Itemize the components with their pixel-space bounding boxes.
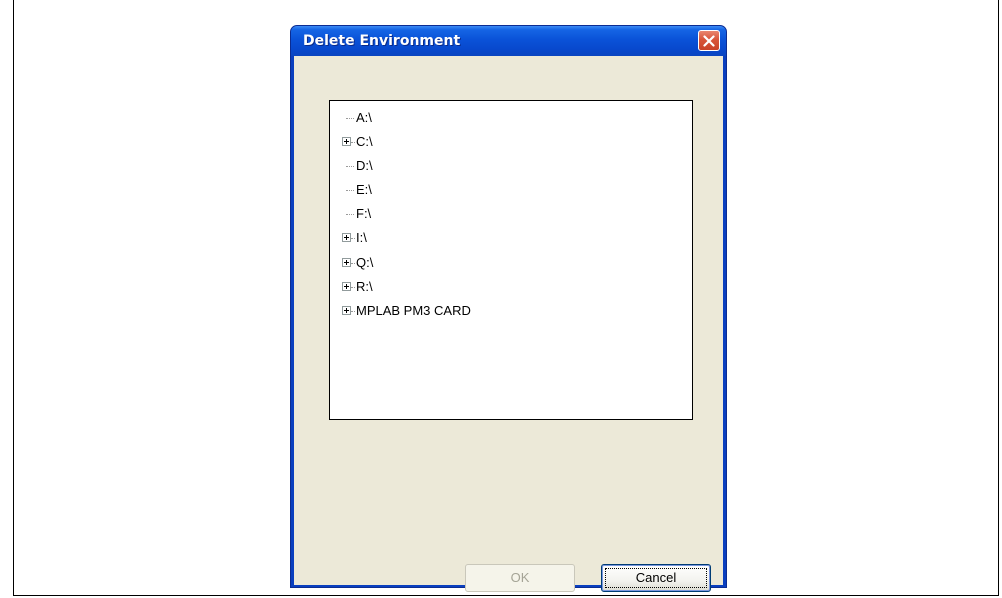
tree-item-q[interactable]: Q:\	[342, 255, 662, 271]
title-bar[interactable]: Delete Environment	[291, 26, 726, 56]
tree-item-label: F:\	[356, 206, 372, 221]
tree-item-mplab-pm3-card[interactable]: MPLAB PM3 CARD	[342, 303, 662, 319]
close-button[interactable]	[698, 30, 720, 51]
ok-button[interactable]: OK	[465, 564, 575, 592]
tree-item-r[interactable]: R:\	[342, 279, 662, 295]
drive-tree-view[interactable]: A:\ C:\ D:\ E:\ F:\ I:\ Q:\ R:\ MPLAB PM…	[329, 100, 693, 420]
cancel-button[interactable]: Cancel	[601, 564, 711, 592]
tree-item-d[interactable]: D:\	[342, 158, 662, 174]
tree-connector	[346, 190, 354, 191]
tree-connector	[346, 166, 354, 167]
dialog-title: Delete Environment	[303, 33, 461, 49]
tree-item-f[interactable]: F:\	[342, 206, 662, 222]
expand-plus-icon[interactable]	[342, 282, 351, 291]
tree-item-label: R:\	[356, 279, 373, 294]
tree-item-a[interactable]: A:\	[342, 110, 662, 126]
expand-plus-icon[interactable]	[342, 137, 351, 146]
tree-item-c[interactable]: C:\	[342, 134, 662, 150]
expand-plus-icon[interactable]	[342, 258, 351, 267]
tree-item-i[interactable]: I:\	[342, 230, 662, 246]
tree-connector	[351, 263, 355, 264]
tree-item-label: C:\	[356, 134, 373, 149]
tree-item-label: A:\	[356, 110, 372, 125]
tree-connector	[351, 287, 355, 288]
cancel-button-label: Cancel	[635, 570, 677, 585]
tree-connector	[351, 311, 355, 312]
tree-connector	[351, 238, 355, 239]
tree-item-label: E:\	[356, 182, 372, 197]
tree-item-label: D:\	[356, 158, 373, 173]
tree-item-label: MPLAB PM3 CARD	[356, 303, 471, 318]
tree-item-label: Q:\	[356, 255, 374, 270]
tree-connector	[351, 142, 355, 143]
dialog-body: A:\ C:\ D:\ E:\ F:\ I:\ Q:\ R:\ MPLAB PM…	[294, 56, 723, 592]
tree-item-label: I:\	[356, 230, 367, 245]
close-icon	[703, 35, 715, 47]
expand-plus-icon[interactable]	[342, 233, 351, 242]
tree-connector	[346, 214, 354, 215]
tree-connector	[346, 118, 354, 119]
tree-item-e[interactable]: E:\	[342, 182, 662, 198]
expand-plus-icon[interactable]	[342, 306, 351, 315]
delete-environment-dialog: Delete Environment A:\ C:\ D:\ E:\ F:\ I…	[290, 25, 727, 592]
